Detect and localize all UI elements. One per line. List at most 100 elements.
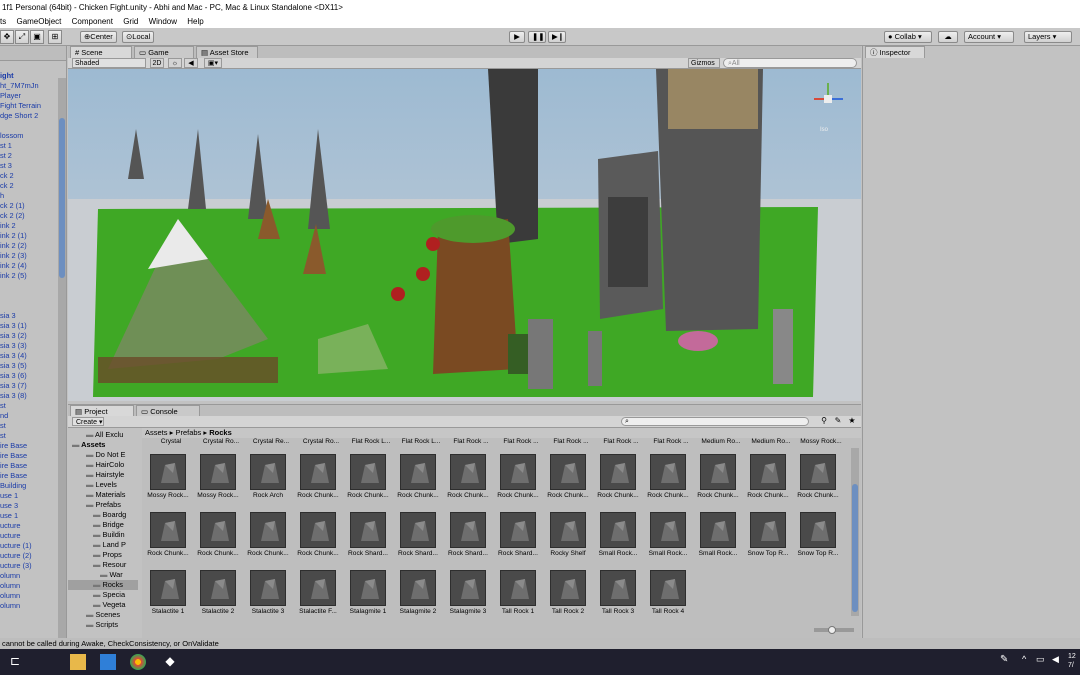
create-dropdown[interactable]: Create ▾: [72, 417, 104, 426]
asset-tile[interactable]: Mossy Rock...: [142, 452, 190, 512]
project-tree-item[interactable]: ▬ Vegeta: [93, 600, 125, 610]
gizmos-dropdown[interactable]: Gizmos ▾: [688, 58, 720, 77]
hierarchy-item[interactable]: st 1: [0, 141, 12, 151]
asset-grid-scroll-thumb[interactable]: [852, 484, 858, 612]
hierarchy-item[interactable]: Building: [0, 481, 26, 491]
project-tree-item[interactable]: ▬ Scenes: [86, 610, 120, 620]
asset-tile[interactable]: Rock Shard...: [392, 510, 440, 570]
asset-tile[interactable]: Rock Arch: [242, 452, 290, 512]
play-button[interactable]: ▶: [509, 31, 525, 43]
hierarchy-item[interactable]: ink 2 (3): [0, 251, 27, 261]
project-tree-item[interactable]: ▬ Specia: [93, 590, 125, 600]
hierarchy-item[interactable]: ire Base: [0, 461, 27, 471]
asset-tile[interactable]: Stalagmite 1: [342, 568, 390, 628]
asset-tile[interactable]: Mossy Rock...: [192, 452, 240, 512]
hierarchy-item[interactable]: sia 3 (6): [0, 371, 27, 381]
asset-tile[interactable]: Rock Chunk...: [542, 452, 590, 512]
breadcrumb-prefabs[interactable]: Prefabs: [175, 428, 201, 437]
asset-label[interactable]: Medium Ro...: [746, 438, 796, 445]
asset-tile[interactable]: Stalactite 2: [192, 568, 240, 628]
asset-label[interactable]: Flat Rock ...: [646, 438, 696, 445]
asset-tile[interactable]: Small Rock...: [692, 510, 740, 570]
hierarchy-item[interactable]: st: [0, 431, 6, 441]
project-tree-item[interactable]: ▬ Prefabs: [86, 500, 121, 510]
asset-label[interactable]: Medium Ro...: [696, 438, 746, 445]
step-button[interactable]: ▶❙: [548, 31, 566, 43]
tab-game[interactable]: ▭ Game: [134, 46, 194, 58]
audio-toggle-icon[interactable]: ◀: [184, 58, 198, 68]
transform-tool-icon[interactable]: ⊞: [48, 30, 62, 44]
hierarchy-item[interactable]: ht_7M7mJn: [0, 81, 39, 91]
asset-tile[interactable]: Rock Chunk...: [142, 510, 190, 570]
hierarchy-item[interactable]: olumn: [0, 601, 20, 611]
hierarchy-item[interactable]: sia 3 (4): [0, 351, 27, 361]
asset-tile[interactable]: Rock Chunk...: [692, 452, 740, 512]
hierarchy-item[interactable]: ucture: [0, 521, 21, 531]
hierarchy-item[interactable]: sia 3: [0, 311, 16, 321]
hierarchy-item[interactable]: ck 2 (1): [0, 201, 25, 211]
project-tree-item[interactable]: ▬ All Exclu: [86, 430, 123, 440]
asset-tile[interactable]: Rocky Shelf: [542, 510, 590, 570]
asset-tile[interactable]: Rock Shard...: [342, 510, 390, 570]
asset-label[interactable]: Flat Rock L...: [396, 438, 446, 445]
menu-item-component[interactable]: Component: [72, 17, 113, 26]
hierarchy-item[interactable]: sia 3 (3): [0, 341, 27, 351]
asset-tile[interactable]: Small Rock...: [592, 510, 640, 570]
asset-tile[interactable]: Rock Chunk...: [492, 452, 540, 512]
asset-label[interactable]: Crystal Re...: [246, 438, 296, 445]
scale-tool-icon[interactable]: ⤢: [15, 30, 29, 44]
asset-label[interactable]: Flat Rock L...: [346, 438, 396, 445]
project-tree-item[interactable]: ▬ Do Not E: [86, 450, 125, 460]
collab-button[interactable]: ● Collab ▾: [884, 31, 932, 43]
hierarchy-item[interactable]: ink 2 (2): [0, 241, 27, 251]
move-tool-icon[interactable]: ✥: [0, 30, 14, 44]
hierarchy-item[interactable]: ight: [0, 71, 14, 81]
menu-item-grid[interactable]: Grid: [123, 17, 138, 26]
project-tree-item[interactable]: ▬ Props: [93, 550, 122, 560]
shading-mode-dropdown[interactable]: Shaded: [72, 58, 146, 68]
asset-label[interactable]: Flat Rock ...: [546, 438, 596, 445]
asset-tile[interactable]: Rock Chunk...: [442, 452, 490, 512]
asset-tile[interactable]: Rock Chunk...: [792, 452, 840, 512]
asset-label[interactable]: Flat Rock ...: [496, 438, 546, 445]
asset-label[interactable]: Crystal Ro...: [196, 438, 246, 445]
hierarchy-item[interactable]: dge Short 2: [0, 111, 38, 121]
hierarchy-item[interactable]: use 3: [0, 501, 18, 511]
menu-item-assets[interactable]: ts: [0, 17, 6, 26]
asset-tile[interactable]: Rock Chunk...: [742, 452, 790, 512]
thumbnail-size-handle[interactable]: [828, 626, 836, 634]
hierarchy-item[interactable]: Fight Terrain: [0, 101, 41, 111]
scene-search-input[interactable]: ⌕All: [723, 58, 857, 68]
hierarchy-item[interactable]: ck 2 (2): [0, 211, 25, 221]
hierarchy-item[interactable]: sia 3 (5): [0, 361, 27, 371]
unity-icon[interactable]: ◆: [162, 654, 178, 670]
asset-label[interactable]: Crystal Ro...: [296, 438, 346, 445]
asset-tile[interactable]: Rock Chunk...: [242, 510, 290, 570]
breadcrumb-assets[interactable]: Assets: [145, 428, 168, 437]
project-tree-item[interactable]: ▬ Buildin: [93, 530, 125, 540]
asset-tile[interactable]: Tall Rock 4: [642, 568, 690, 628]
file-explorer-icon[interactable]: [70, 654, 86, 670]
hierarchy-item[interactable]: ucture: [0, 531, 21, 541]
asset-tile[interactable]: Rock Shard...: [492, 510, 540, 570]
asset-tile[interactable]: Stalactite 1: [142, 568, 190, 628]
project-tree-item[interactable]: ▬ Materials: [86, 490, 125, 500]
asset-tile[interactable]: Rock Chunk...: [642, 452, 690, 512]
asset-label[interactable]: Flat Rock ...: [446, 438, 496, 445]
project-tree-item[interactable]: ▬ Assets: [72, 440, 105, 450]
asset-tile[interactable]: Rock Chunk...: [592, 452, 640, 512]
project-tree-item[interactable]: ▬ HairColo: [86, 460, 124, 470]
network-icon[interactable]: ▭: [1036, 654, 1052, 670]
asset-label[interactable]: Crystal: [146, 438, 196, 445]
asset-tile[interactable]: Tall Rock 3: [592, 568, 640, 628]
account-dropdown[interactable]: Account ▾: [964, 31, 1014, 43]
hierarchy-scroll-thumb[interactable]: [59, 118, 65, 278]
rect-tool-icon[interactable]: ▣: [30, 30, 44, 44]
hierarchy-scrollbar[interactable]: [58, 78, 66, 640]
asset-label[interactable]: Flat Rock ...: [596, 438, 646, 445]
pen-icon[interactable]: ✎: [1000, 654, 1016, 670]
asset-tile[interactable]: Snow Top R...: [742, 510, 790, 570]
favorite-star-icon[interactable]: ★: [846, 416, 858, 426]
hierarchy-item[interactable]: olumn: [0, 581, 20, 591]
hierarchy-item[interactable]: olumn: [0, 571, 20, 581]
